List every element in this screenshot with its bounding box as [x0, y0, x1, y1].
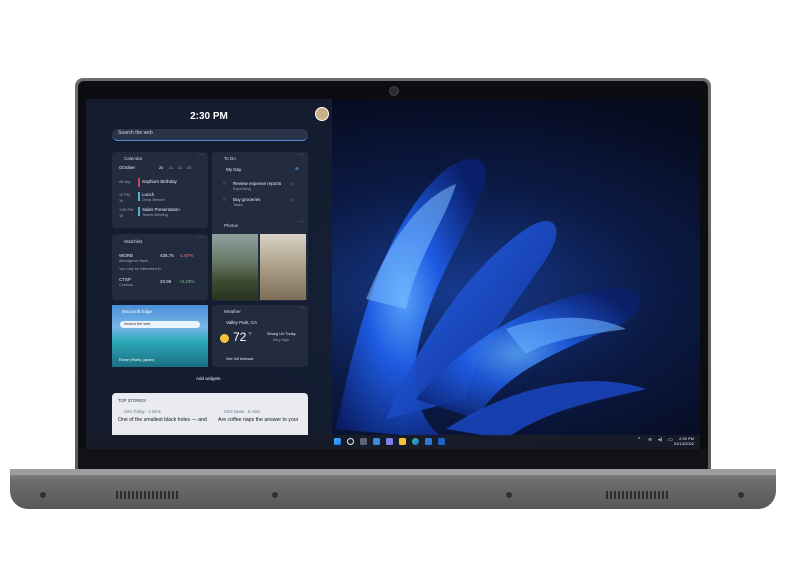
- stock-1-price: 435.75: [160, 253, 174, 258]
- stock-1-name: Woodgrove Bank: [119, 259, 149, 263]
- weather-location: Valley Park, CA: [226, 320, 258, 325]
- base-foot-3: [506, 492, 512, 498]
- wifi-icon[interactable]: ≋: [648, 437, 652, 443]
- volume-icon[interactable]: ◂): [658, 437, 662, 443]
- battery-icon[interactable]: ▭: [668, 437, 673, 443]
- weather-title: Weather: [224, 309, 241, 314]
- weather-forecast-link[interactable]: See full forecast: [226, 357, 253, 361]
- chat-icon[interactable]: [386, 438, 393, 445]
- file-explorer-icon[interactable]: [399, 438, 406, 445]
- story-2-source: CBS News · 5 mins: [224, 409, 261, 414]
- search-icon[interactable]: [347, 438, 354, 445]
- desktop-screen: 2:30 PM Search the web Calendar ··· Octo…: [86, 99, 700, 449]
- edge-caption: Rome (Roets, japan): [119, 358, 155, 362]
- taskbar-clock[interactable]: 2:30 PM 01/12/2022: [674, 436, 694, 446]
- event-2-dur: 1h: [119, 199, 124, 203]
- profile-avatar[interactable]: [315, 107, 329, 121]
- calendar-date-3: 22: [178, 166, 183, 170]
- story-1-source: USA Today · 3 mins: [124, 409, 161, 414]
- task-view-icon[interactable]: [360, 438, 367, 445]
- calendar-more-icon[interactable]: ···: [198, 152, 204, 158]
- event-3-when: 1:30 PM: [119, 208, 134, 212]
- todo-item-1-sub: Expensing: [233, 187, 251, 191]
- todo-title: To Do: [224, 156, 236, 161]
- left-speaker-grille: [116, 491, 180, 499]
- weather-more-icon[interactable]: ···: [298, 305, 304, 311]
- stock-2-change: +2.23%: [179, 279, 195, 284]
- edge-icon[interactable]: [412, 438, 419, 445]
- todo-item-1-star-icon[interactable]: ☆: [290, 181, 294, 187]
- add-widgets-button[interactable]: Add widgets: [196, 376, 221, 381]
- event-1-when: All day: [119, 180, 131, 184]
- weather-unit: °F: [248, 332, 252, 336]
- stock-1-change: -1.67%: [179, 253, 194, 258]
- taskbar: [86, 435, 700, 449]
- stock-2-price: 23.98: [160, 279, 172, 284]
- story-1-headline[interactable]: One of the smallest black holes — and: [118, 417, 207, 423]
- weather-condition: Strong UV Today: [267, 332, 296, 336]
- mail-icon[interactable]: [438, 438, 445, 445]
- calendar-date-2: 21: [169, 166, 174, 170]
- base-foot-4: [738, 492, 744, 498]
- event-3-dur: 1h: [119, 214, 124, 218]
- calendar-title: Calendar: [124, 156, 143, 161]
- stock-1-symbol: WGRB: [119, 253, 133, 258]
- watchlist-more-icon[interactable]: ···: [198, 235, 204, 241]
- store-icon[interactable]: [425, 438, 432, 445]
- calendar-date-4: 23: [187, 166, 192, 170]
- todo-item-2-check[interactable]: ○: [223, 197, 226, 202]
- photo-market[interactable]: [260, 234, 306, 300]
- todo-item-2-sub: Tasks: [233, 203, 243, 207]
- todo-item-1-check[interactable]: ○: [223, 181, 226, 186]
- event-2-when: 12 PM: [119, 193, 130, 197]
- chevron-up-icon[interactable]: ^: [638, 437, 640, 443]
- weather-temp: 72: [233, 330, 247, 344]
- event-1-marker: [138, 178, 140, 187]
- stock-2-symbol: CTSP: [119, 277, 132, 282]
- photo-garden[interactable]: [212, 234, 258, 300]
- event-3-marker: [138, 207, 140, 216]
- laptop-base-edge: [10, 469, 776, 475]
- todo-widget[interactable]: [212, 152, 308, 228]
- taskbar-date: 01/12/2022: [673, 441, 694, 446]
- search-placeholder: Search the web: [118, 130, 153, 136]
- stories-title: TOP STORIES: [118, 398, 146, 403]
- top-stories[interactable]: TOP STORIES USA Today · 3 mins One of th…: [112, 393, 308, 435]
- watchlist-note: You may be interested in: [119, 267, 161, 271]
- laptop-base: [10, 469, 776, 509]
- edge-search-text: Search the web: [124, 322, 151, 326]
- todo-more-icon[interactable]: ···: [298, 152, 304, 158]
- widgets-icon[interactable]: [373, 438, 380, 445]
- todo-item-2-title: Buy groceries: [233, 197, 261, 202]
- webcam: [389, 86, 399, 96]
- event-2-title: Lunch: [142, 192, 155, 197]
- start-icon[interactable]: [334, 438, 341, 445]
- calendar-date-1: 20: [159, 166, 164, 170]
- base-foot-1: [40, 492, 46, 498]
- event-2-marker: [138, 192, 140, 201]
- story-2-headline[interactable]: Are coffee naps the answer to your: [218, 417, 298, 423]
- widgets-panel: 2:30 PM Search the web Calendar ··· Octo…: [86, 99, 332, 435]
- panel-time: 2:30 PM: [190, 111, 228, 122]
- sunny-icon: [220, 334, 229, 343]
- event-3-sub: Teams Meeting: [142, 213, 168, 217]
- weather-sub: Very high: [273, 338, 289, 342]
- todo-item-2-star-icon[interactable]: ☆: [290, 197, 294, 203]
- todo-list-name[interactable]: My Day: [226, 167, 241, 172]
- event-1-title: Sophia's Birthday: [142, 179, 177, 184]
- todo-item-1-title: Review expense reports: [233, 181, 282, 186]
- base-foot-2: [272, 492, 278, 498]
- watchlist-title: Watchlist: [124, 239, 143, 244]
- todo-add-icon[interactable]: ⊕: [295, 166, 299, 172]
- edge-title: Microsoft Edge: [122, 309, 153, 314]
- photos-more-icon[interactable]: ···: [298, 219, 304, 225]
- event-2-sub: Omar Bennet: [142, 198, 165, 202]
- right-speaker-grille: [606, 491, 670, 499]
- event-3-title: Sales Presentation: [142, 207, 180, 212]
- photos-title: Photos: [224, 223, 239, 228]
- calendar-month: October: [119, 165, 136, 170]
- stock-2-name: Contoso: [119, 283, 134, 287]
